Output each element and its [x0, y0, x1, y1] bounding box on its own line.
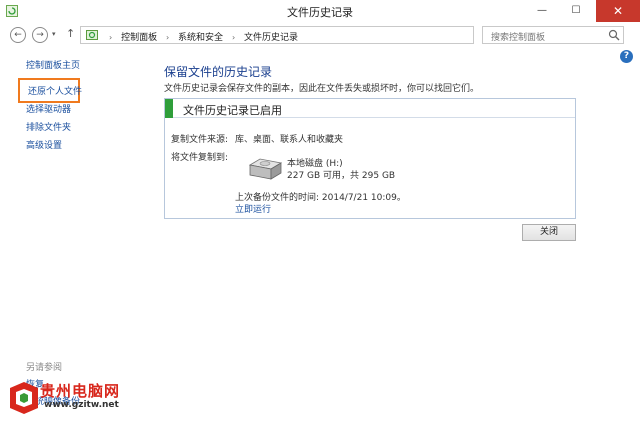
- sidebar-item-exclude-folders[interactable]: 排除文件夹: [26, 120, 71, 133]
- search-box[interactable]: 搜索控制面板: [482, 26, 624, 44]
- sidebar-item-select-drive[interactable]: 选择驱动器: [26, 102, 71, 115]
- navigation-bar: ← → ▾ ↑ › 控制面板 › 系统和安全 › 文件历史记录 ▾ ↻ 搜索控制…: [0, 22, 640, 48]
- hard-drive-icon: [248, 158, 283, 180]
- see-also-heading: 另请参阅: [26, 363, 63, 373]
- sidebar-item-advanced-settings[interactable]: 高级设置: [26, 138, 62, 151]
- breadcrumb-system-security[interactable]: 系统和安全: [178, 33, 223, 43]
- breadcrumb: › 控制面板 › 系统和安全 › 文件历史记录: [109, 30, 298, 43]
- status-title: 文件历史记录已启用: [183, 104, 282, 117]
- page-description: 文件历史记录会保存文件的副本，因此在文件丢失或损坏时，你可以找回它们。: [164, 84, 480, 94]
- maximize-button[interactable]: ☐: [560, 0, 592, 22]
- status-header: 文件历史记录已启用: [165, 99, 575, 118]
- watermark-text: 贵州电脑网: [40, 382, 121, 400]
- breadcrumb-control-panel[interactable]: 控制面板: [121, 33, 157, 43]
- search-icon[interactable]: [608, 29, 620, 41]
- watermark-url: www.gzitw.net: [44, 400, 119, 410]
- close-window-button[interactable]: ✕: [596, 0, 640, 22]
- title-bar: 文件历史记录 — ☐ ✕: [0, 0, 640, 22]
- breadcrumb-separator[interactable]: ›: [232, 33, 235, 42]
- forward-button[interactable]: →: [32, 27, 48, 43]
- breadcrumb-separator[interactable]: ›: [166, 33, 169, 42]
- recent-locations-dropdown-icon[interactable]: ▾: [52, 30, 56, 38]
- back-button[interactable]: ←: [10, 27, 26, 43]
- destination-label: 将文件复制到:: [171, 153, 229, 163]
- watermark-logo-icon: [10, 382, 38, 414]
- help-icon[interactable]: ?: [620, 50, 633, 63]
- sidebar-item-home[interactable]: 控制面板主页: [26, 58, 80, 71]
- search-input[interactable]: 搜索控制面板: [491, 30, 545, 43]
- page-title: 保留文件的历史记录: [164, 65, 273, 79]
- source-value: 库、桌面、联系人和收藏夹: [235, 135, 344, 145]
- address-bar[interactable]: › 控制面板 › 系统和安全 › 文件历史记录 ▾ ↻: [80, 26, 547, 44]
- source-label: 复制文件来源:: [171, 135, 229, 145]
- run-now-link[interactable]: 立即运行: [235, 202, 271, 215]
- up-button[interactable]: ↑: [66, 27, 75, 40]
- breadcrumb-separator: ›: [109, 33, 113, 42]
- sidebar-item-restore-files[interactable]: 还原个人文件: [18, 78, 82, 103]
- minimize-button[interactable]: —: [526, 0, 558, 22]
- control-panel-icon: [86, 30, 98, 40]
- status-bar-indicator: [165, 99, 173, 118]
- close-button[interactable]: 关闭: [522, 224, 576, 241]
- breadcrumb-file-history[interactable]: 文件历史记录: [244, 33, 298, 43]
- status-panel: 文件历史记录已启用 复制文件来源: 库、桌面、联系人和收藏夹 将文件复制到: 本…: [164, 98, 576, 219]
- drive-free-space: 227 GB 可用，共 295 GB: [287, 171, 396, 181]
